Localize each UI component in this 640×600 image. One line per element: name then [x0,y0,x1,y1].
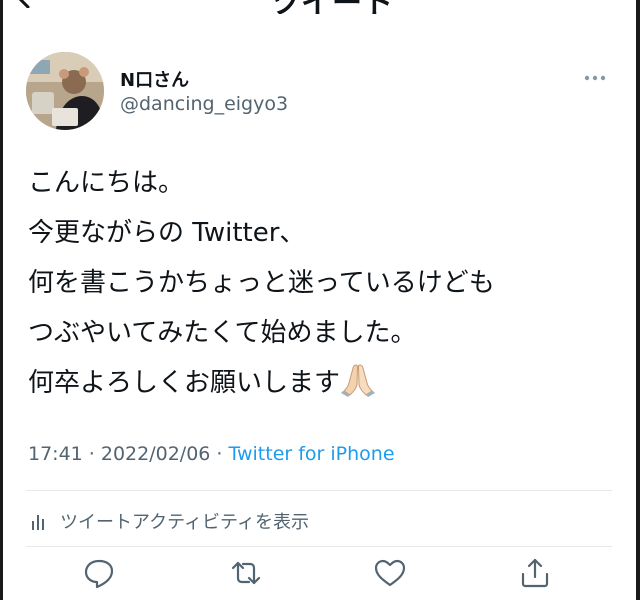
page-title: ツイート [270,0,394,14]
tweet-line: 何を書こうかちょっと迷っているけども [28,268,495,298]
retweet-icon[interactable] [229,556,263,590]
activity-label: ツイートアクティビティを表示 [60,512,309,533]
display-name[interactable]: N口さん [120,66,189,92]
folded-hands-icon [341,364,376,397]
divider [26,546,612,547]
tweet-line: こんにちは。 [28,168,185,198]
device-frame-right [636,0,640,600]
chevron-left-icon[interactable] [14,0,32,8]
user-handle[interactable]: @dancing_eigyo3 [120,93,288,115]
tweet-actions [0,556,640,600]
device-frame-left [0,0,3,600]
tweet-text: こんにちは。 今更ながらの Twitter、 何を書こうかちょっと迷っているけど… [28,158,495,408]
more-horizontal-icon[interactable] [582,68,608,88]
like-icon[interactable] [373,556,407,590]
avatar[interactable] [26,52,104,130]
share-icon[interactable] [518,556,552,590]
tweet-meta: 17:41 · 2022/02/06 · Twitter for iPhone [28,443,395,465]
divider [26,490,612,491]
tweet-timestamp[interactable]: 17:41 · 2022/02/06 · [28,443,229,465]
avatar-photo-icon [26,52,104,130]
tweet-line: 今更ながらの Twitter、 [28,218,306,248]
bar-chart-icon [32,515,44,530]
tweet-source-link[interactable]: Twitter for iPhone [229,443,395,465]
tweet-line: つぶやいてみたくて始めました。 [28,318,417,348]
view-activity-link[interactable]: ツイートアクティビティを表示 [30,508,309,534]
tweet-line-text: 何卒よろしくお願いします [28,368,341,398]
top-bar: ツイート [0,0,640,14]
tweet-line-last: 何卒よろしくお願いします [28,358,495,408]
reply-icon[interactable] [82,556,116,590]
